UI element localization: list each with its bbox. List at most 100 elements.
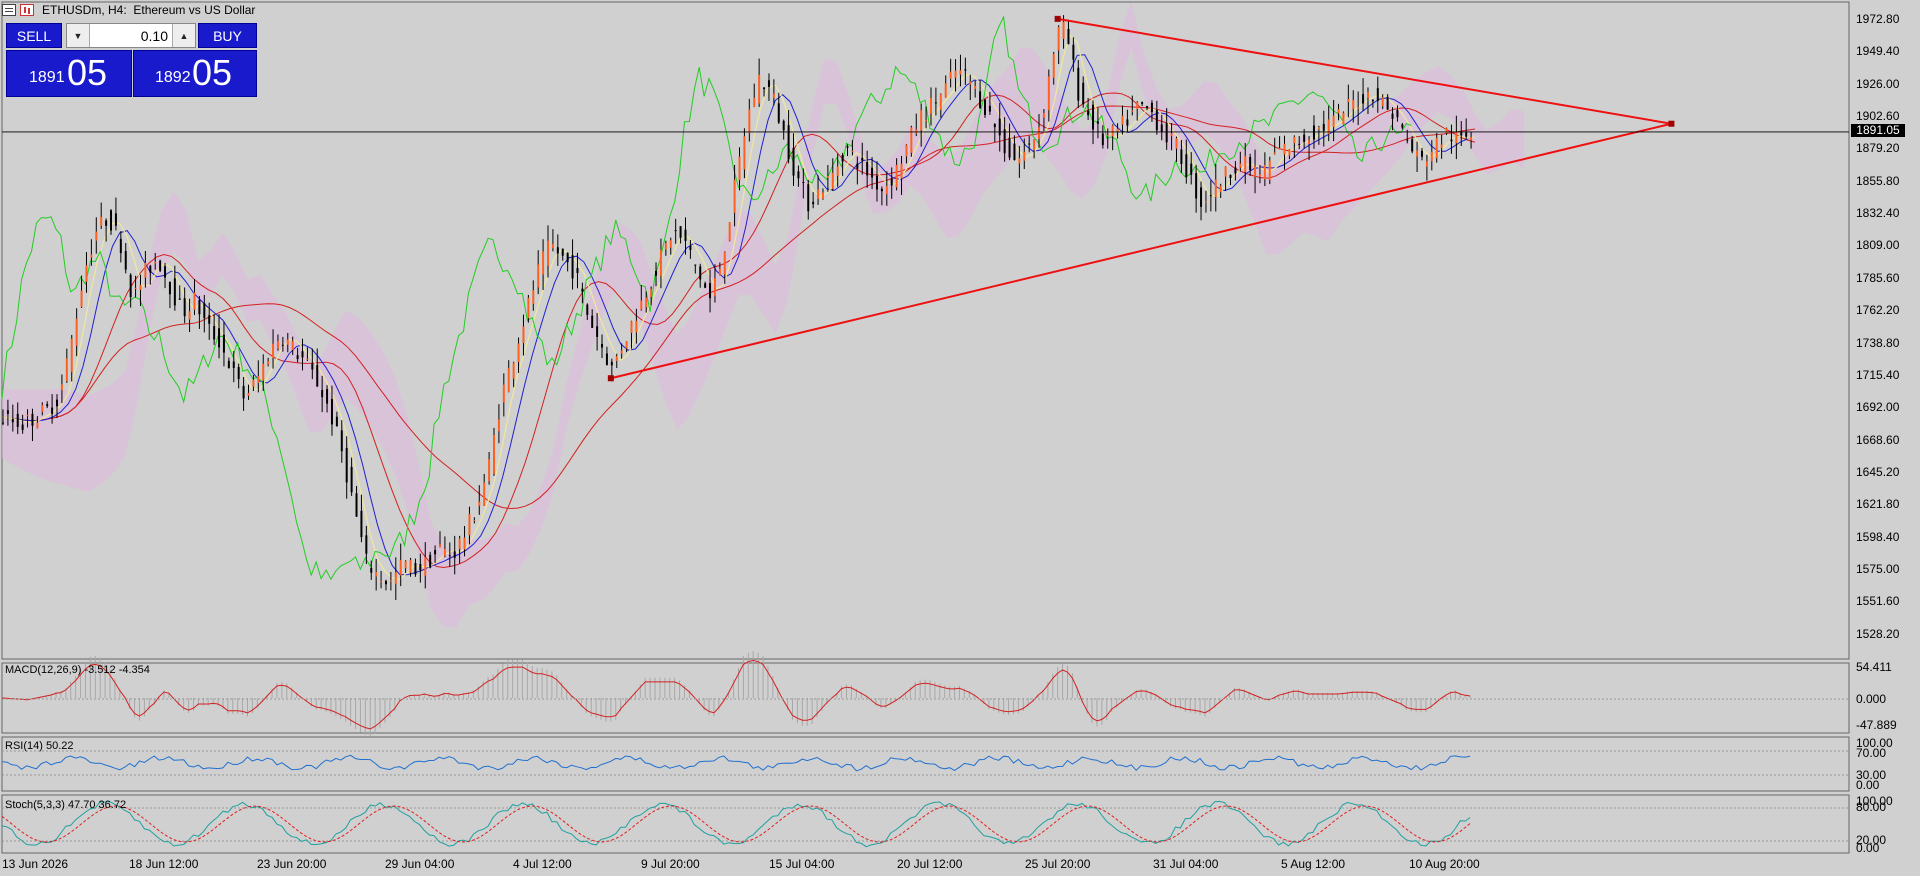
candle-body	[542, 251, 545, 275]
candle-body	[993, 124, 996, 128]
candle-body	[159, 260, 162, 271]
candle-body	[571, 255, 574, 279]
candle-body	[438, 544, 441, 548]
candle-body	[856, 163, 859, 169]
chart-type-icon[interactable]	[20, 4, 34, 16]
candle-body	[939, 94, 942, 110]
candle-body	[709, 283, 712, 299]
sell-price-box[interactable]: 1891 05	[6, 50, 132, 97]
candle-body	[812, 201, 815, 205]
candle-body	[655, 270, 658, 276]
candle-body	[237, 366, 240, 380]
candle-body	[375, 571, 378, 577]
candle-body	[998, 118, 1001, 136]
candle-body	[988, 105, 991, 112]
buy-button[interactable]: BUY	[198, 23, 257, 48]
candle-body	[1067, 28, 1070, 45]
candle-body	[1052, 53, 1055, 78]
candle-body	[110, 210, 113, 231]
indicator-axis-label: 0.00	[1856, 778, 1880, 792]
candle-body	[286, 339, 289, 345]
chart-canvas[interactable]	[0, 0, 1920, 876]
candle-body	[414, 563, 417, 575]
candle-body	[1391, 113, 1394, 119]
lot-decrease-icon[interactable]: ▼	[67, 24, 90, 47]
time-axis-label: 5 Aug 12:00	[1281, 857, 1346, 871]
candle-body	[1047, 76, 1050, 111]
candle-body	[532, 290, 535, 305]
candle-body	[610, 361, 613, 366]
candle-body	[1357, 107, 1360, 109]
candle-body	[605, 353, 608, 365]
price-axis-label: 1551.60	[1856, 594, 1900, 609]
candle-body	[704, 283, 707, 288]
candle-body	[1008, 137, 1011, 158]
price-axis-label: 1598.40	[1856, 529, 1900, 544]
candle-body	[1406, 139, 1409, 141]
candle-body	[114, 213, 117, 226]
candle-body	[1445, 128, 1448, 134]
candle-body	[900, 163, 903, 179]
time-axis-label: 9 Jul 20:00	[641, 857, 700, 871]
candle-body	[934, 102, 937, 104]
candle-body	[713, 278, 716, 297]
candle-body	[1165, 123, 1168, 143]
buy-price-box[interactable]: 1892 05	[133, 50, 257, 97]
lot-size-value[interactable]: 0.10	[90, 28, 172, 44]
lot-increase-icon[interactable]: ▲	[172, 24, 195, 47]
candle-body	[645, 297, 648, 308]
candle-body	[488, 459, 491, 482]
candle-body	[1062, 21, 1065, 39]
candle-body	[301, 351, 304, 358]
candle-body	[969, 81, 972, 85]
candle-body	[188, 311, 191, 320]
indicator-axis-label: 70.00	[1856, 746, 1887, 760]
candle-body	[1420, 150, 1423, 157]
candle-body	[699, 266, 702, 280]
candle-body	[684, 229, 687, 241]
candle-body	[772, 93, 775, 99]
candle-body	[581, 288, 584, 292]
indicator-axis-label: -47.889	[1856, 718, 1897, 732]
candle-body	[821, 192, 824, 199]
candle-body	[1150, 102, 1153, 113]
price-axis-label: 1926.00	[1856, 76, 1900, 91]
candle-body	[1175, 138, 1178, 149]
candle-body	[929, 97, 932, 114]
candle-body	[885, 185, 888, 195]
candle-body	[448, 555, 451, 557]
candle-body	[1116, 128, 1119, 132]
candle-body	[601, 344, 604, 348]
candle-body	[193, 292, 196, 310]
candle-body	[1092, 104, 1095, 130]
candle-body	[70, 338, 73, 372]
candle-body	[429, 554, 432, 568]
sell-button[interactable]: SELL	[6, 23, 62, 48]
menu-icon[interactable]	[2, 4, 16, 16]
candle-body	[1401, 124, 1404, 128]
candle-body	[954, 70, 957, 78]
candle-body	[792, 148, 795, 176]
candle-body	[984, 99, 986, 115]
candle-body	[2, 422, 4, 424]
candle-body	[1111, 125, 1114, 137]
candle-body	[866, 161, 869, 176]
macd-label: MACD(12,26,9) -3.512 -4.354	[5, 664, 150, 676]
candle-body	[1263, 164, 1266, 180]
candle-body	[974, 85, 977, 89]
candle-body	[394, 572, 397, 585]
stoch-label: Stoch(5,3,3) 47.70 36.72	[5, 799, 127, 811]
candle-body	[1018, 158, 1021, 164]
price-axis-label: 1762.20	[1856, 303, 1900, 318]
candle-body	[360, 510, 363, 538]
price-axis-label: 1621.80	[1856, 497, 1900, 512]
candle-body	[1096, 121, 1099, 124]
trendline-anchor	[1054, 15, 1061, 22]
candle-body	[11, 419, 14, 423]
indicator-axis-label: 0.000	[1856, 692, 1887, 706]
candle-body	[1023, 151, 1026, 161]
candle-body	[105, 220, 108, 226]
lot-size-field[interactable]: ▼ 0.10 ▲	[66, 23, 196, 48]
candle-body	[1204, 201, 1207, 203]
candle-body	[1170, 133, 1173, 137]
